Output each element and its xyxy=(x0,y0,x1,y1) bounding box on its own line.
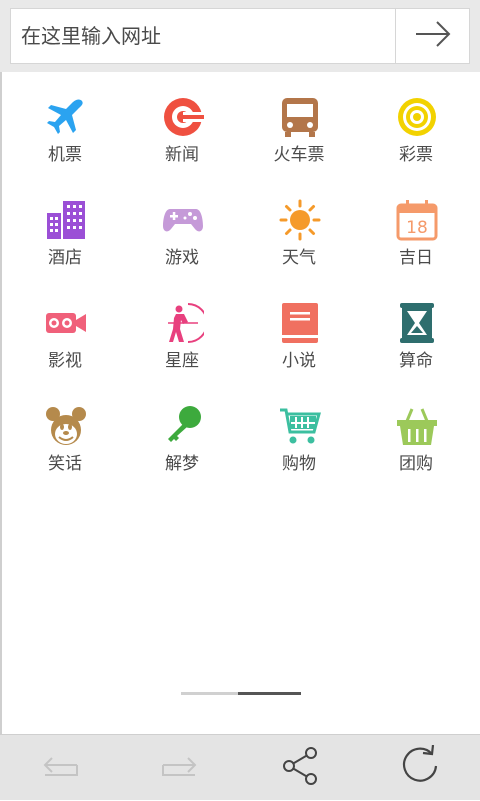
news-icon xyxy=(162,96,204,138)
go-button[interactable] xyxy=(395,9,469,63)
shortcut-weather[interactable]: 天气 xyxy=(241,175,357,275)
shortcut-news[interactable]: 新闻 xyxy=(124,72,240,172)
gamepad-icon xyxy=(162,199,204,241)
shortcut-lucky-day[interactable]: 18 吉日 xyxy=(358,175,474,275)
archer-icon xyxy=(162,302,204,344)
shortcut-label: 小说 xyxy=(282,351,316,371)
book-icon xyxy=(279,302,321,344)
shortcut-label: 酒店 xyxy=(48,248,82,268)
back-icon xyxy=(39,751,81,785)
shortcut-fortune[interactable]: 算命 xyxy=(358,278,474,378)
shortcut-label: 彩票 xyxy=(399,145,433,165)
shortcut-label: 团购 xyxy=(399,454,433,474)
cart-icon xyxy=(279,405,321,447)
page-indicator-1[interactable] xyxy=(181,692,238,695)
shortcut-train[interactable]: 火车票 xyxy=(241,72,357,172)
share-icon xyxy=(280,746,320,790)
shortcut-label: 游戏 xyxy=(165,248,199,268)
shortcut-label: 天气 xyxy=(282,248,316,268)
calendar-icon: 18 xyxy=(396,199,438,241)
shortcut-label: 新闻 xyxy=(165,145,199,165)
basket-icon xyxy=(396,405,438,447)
shortcut-group-buy[interactable]: 团购 xyxy=(358,381,474,481)
sun-icon xyxy=(279,199,321,241)
airplane-icon xyxy=(45,96,87,138)
shortcut-label: 笑话 xyxy=(48,454,82,474)
shortcut-label: 解梦 xyxy=(165,454,199,474)
divider xyxy=(0,72,2,734)
hotel-icon xyxy=(45,199,87,241)
refresh-button[interactable] xyxy=(360,735,480,801)
shortcut-novels[interactable]: 小说 xyxy=(241,278,357,378)
url-box xyxy=(10,8,470,64)
url-input[interactable] xyxy=(11,9,395,63)
shortcut-hotel[interactable]: 酒店 xyxy=(7,175,123,275)
shortcut-label: 影视 xyxy=(48,351,82,371)
shortcut-label: 机票 xyxy=(48,145,82,165)
url-bar xyxy=(0,0,480,72)
shortcut-label: 算命 xyxy=(399,351,433,371)
refresh-icon xyxy=(399,744,441,791)
shortcut-dreams[interactable]: 解梦 xyxy=(124,381,240,481)
back-button[interactable] xyxy=(0,735,120,801)
shortcut-movies[interactable]: 影视 xyxy=(7,278,123,378)
shortcut-horoscope[interactable]: 星座 xyxy=(124,278,240,378)
bottom-toolbar xyxy=(0,734,480,800)
mickey-icon xyxy=(45,405,87,447)
shortcut-jokes[interactable]: 笑话 xyxy=(7,381,123,481)
shortcut-lottery[interactable]: 彩票 xyxy=(358,72,474,172)
key-icon xyxy=(162,405,204,447)
shortcut-games[interactable]: 游戏 xyxy=(124,175,240,275)
shortcut-label: 购物 xyxy=(282,454,316,474)
hourglass-icon xyxy=(396,302,438,344)
camera-icon xyxy=(45,302,87,344)
arrow-right-icon xyxy=(413,19,453,53)
shortcut-label: 吉日 xyxy=(399,248,433,268)
share-button[interactable] xyxy=(240,735,360,801)
shortcut-label: 星座 xyxy=(165,351,199,371)
shortcut-flight[interactable]: 机票 xyxy=(7,72,123,172)
forward-button[interactable] xyxy=(120,735,240,801)
shortcut-label: 火车票 xyxy=(273,145,325,165)
lottery-icon xyxy=(396,96,438,138)
page-indicator xyxy=(181,692,301,695)
svg-text:18: 18 xyxy=(406,218,428,238)
bus-icon xyxy=(279,96,321,138)
forward-icon xyxy=(159,751,201,785)
shortcut-shopping[interactable]: 购物 xyxy=(241,381,357,481)
page-indicator-2-active[interactable] xyxy=(238,692,301,695)
